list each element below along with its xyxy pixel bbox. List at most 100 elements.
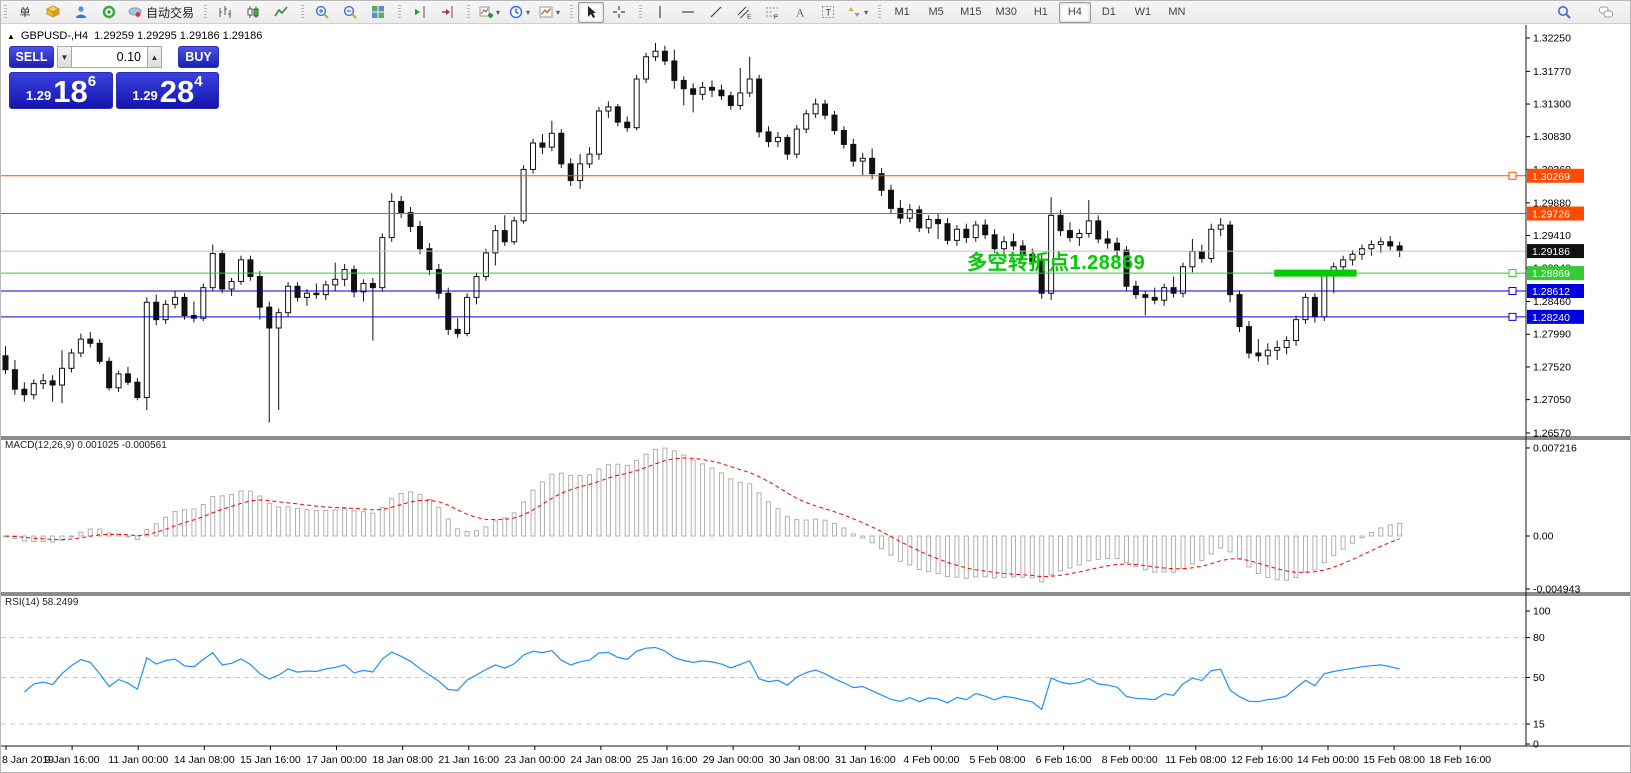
tf-m30[interactable]: M30 <box>989 2 1022 23</box>
new-order-button[interactable] <box>40 2 66 23</box>
time-tick: 12 Feb 16:00 <box>1231 754 1293 766</box>
svg-text:T: T <box>826 8 832 18</box>
time-tick: 25 Jan 16:00 <box>637 754 698 766</box>
tile-windows-button[interactable] <box>365 2 391 23</box>
line-handle-1.28869[interactable] <box>1509 270 1516 277</box>
time-tick: 9 Jan 16:00 <box>45 754 100 766</box>
price-badge-text: 1.29726 <box>1532 209 1570 221</box>
text-label-icon: T <box>820 4 836 20</box>
auto-scroll-button[interactable] <box>434 2 460 23</box>
tf-m15[interactable]: M15 <box>954 2 987 23</box>
templates-button[interactable]: ▾ <box>535 2 563 23</box>
market-watch-button[interactable] <box>68 2 94 23</box>
tf-m5-label: M5 <box>928 6 943 18</box>
tf-h4-label: H4 <box>1068 6 1082 18</box>
price-tick: 1.31770 <box>1533 66 1571 78</box>
time-tick: 17 Jan 00:00 <box>306 754 367 766</box>
tf-m1[interactable]: M1 <box>886 2 918 23</box>
chart-bars-button[interactable] <box>212 2 238 23</box>
periods-button[interactable]: ▾ <box>505 2 533 23</box>
zoom-in-button[interactable] <box>309 2 335 23</box>
cursor-icon <box>583 4 599 20</box>
crosshair-icon <box>611 4 627 20</box>
line-handle-1.28240[interactable] <box>1509 313 1516 320</box>
tf-w1[interactable]: W1 <box>1127 2 1159 23</box>
time-tick: 8 Feb 00:00 <box>1102 754 1158 766</box>
rsi-tick: 15 <box>1533 719 1545 731</box>
vertical-line-button[interactable] <box>647 2 673 23</box>
crosshair-button[interactable] <box>606 2 632 23</box>
sell-button[interactable]: SELL <box>9 46 54 68</box>
autotrading-button[interactable]: 自动交易 <box>124 2 197 23</box>
macd-histogram <box>4 448 1402 582</box>
tf-d1-label: D1 <box>1102 6 1116 18</box>
chart-shift-button[interactable] <box>406 2 432 23</box>
bid-price-button[interactable]: 1.29 18 6 <box>9 72 113 109</box>
toolbar-group-chart-types <box>201 1 298 23</box>
main-toolbar: 单 自动交易 ▾ ▾ ▾ EFA T ▾ M1 M5 M15M30H1 H4 D1 W1MN <box>1 1 1631 24</box>
templates-dropdown-icon[interactable]: ▾ <box>556 8 560 17</box>
order-text[interactable]: 单 <box>12 2 38 23</box>
time-tick: 5 Feb 08:00 <box>969 754 1025 766</box>
symbol-period: GBPUSD-,H4 <box>21 30 88 42</box>
zoom-out-button[interactable] <box>337 2 363 23</box>
equidistant-channel-button[interactable]: E <box>731 2 757 23</box>
time-tick: 18 Jan 08:00 <box>372 754 433 766</box>
price-badge-text: 1.28612 <box>1532 286 1570 298</box>
tile-windows-icon <box>370 4 386 20</box>
chart-area[interactable]: 多空转折点1.288691.322501.317701.313001.30830… <box>1 25 1631 773</box>
tf-d1[interactable]: D1 <box>1093 2 1125 23</box>
toolbar-group-timeframes: M1 M5 M15M30H1 H4 D1 W1MN <box>875 1 1197 23</box>
indicators-button[interactable]: ▾ <box>475 2 503 23</box>
volume-up-button[interactable]: ▲ <box>147 46 162 68</box>
time-tick: 23 Jan 00:00 <box>504 754 565 766</box>
text-label-button[interactable]: T <box>815 2 841 23</box>
buy-button[interactable]: BUY <box>178 46 219 68</box>
tf-mn[interactable]: MN <box>1161 2 1193 23</box>
search-button[interactable] <box>1551 2 1577 23</box>
tf-m1-label: M1 <box>894 6 909 18</box>
level-lines <box>1 172 1526 320</box>
horizontal-line-icon <box>680 4 696 20</box>
toolbar-group-scroll <box>395 1 464 23</box>
chart-line-button[interactable] <box>268 2 294 23</box>
macd-tick: 0.007216 <box>1533 442 1577 454</box>
arrows-button[interactable]: ▾ <box>843 2 871 23</box>
chart-candles-button[interactable] <box>240 2 266 23</box>
volume-down-button[interactable]: ▼ <box>57 46 72 68</box>
chat-button[interactable] <box>1593 2 1619 23</box>
search-icon <box>1556 4 1572 20</box>
time-tick: 29 Jan 00:00 <box>703 754 764 766</box>
periods-dropdown-icon[interactable]: ▾ <box>526 8 530 17</box>
horizontal-line-button[interactable] <box>675 2 701 23</box>
order-text-label: 单 <box>20 4 31 20</box>
indicators-dropdown-icon[interactable]: ▾ <box>496 8 500 17</box>
time-tick: 24 Jan 08:00 <box>571 754 632 766</box>
price-tick: 1.32250 <box>1533 33 1571 45</box>
volume-field[interactable]: 0.10 <box>72 46 147 68</box>
svg-text:A: A <box>796 8 805 20</box>
rsi-tick: 50 <box>1533 672 1545 684</box>
price-tick: 1.27050 <box>1533 394 1571 406</box>
line-handle-1.28612[interactable] <box>1509 287 1516 294</box>
price-badge-text: 1.28240 <box>1532 312 1570 324</box>
time-tick: 11 Feb 08:00 <box>1165 754 1226 766</box>
tf-h1[interactable]: H1 <box>1025 2 1057 23</box>
tf-h4[interactable]: H4 <box>1059 2 1091 23</box>
cursor-button[interactable] <box>578 2 604 23</box>
ask-price-button[interactable]: 1.29 28 4 <box>116 72 219 109</box>
fibonacci-button[interactable]: F <box>759 2 785 23</box>
line-handle-1.30269[interactable] <box>1509 172 1516 179</box>
macd-indicator-label: MACD(12,26,9) 0.001025 -0.000561 <box>5 440 167 451</box>
toolbar-group-orders: 单 自动交易 <box>1 1 201 23</box>
time-tick: 15 Jan 16:00 <box>240 754 301 766</box>
auto-scroll-icon <box>439 4 455 20</box>
annotation-text[interactable]: 多空转折点1.28869 <box>967 250 1145 274</box>
navigator-button[interactable] <box>96 2 122 23</box>
arrows-dropdown-icon[interactable]: ▾ <box>864 8 868 17</box>
toolbar-group-draw: EFA T ▾ <box>636 1 875 23</box>
trend-line-button[interactable] <box>703 2 729 23</box>
tf-m5[interactable]: M5 <box>920 2 952 23</box>
one-click-expander-icon[interactable]: ▲ <box>7 32 15 41</box>
text-button[interactable]: A <box>787 2 813 23</box>
